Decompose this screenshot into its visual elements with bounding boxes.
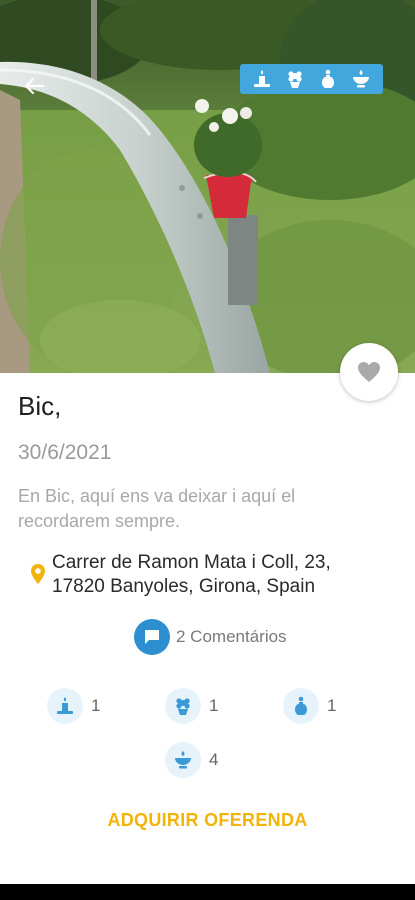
bowl-icon[interactable] <box>350 68 372 90</box>
offering-count: 1 <box>209 696 219 715</box>
candle-icon[interactable] <box>251 68 273 90</box>
memorial-date: 30/6/2021 <box>18 441 112 464</box>
comments-link[interactable]: 2 Comentários <box>134 619 287 655</box>
memorial-address: Carrer de Ramon Mata i Coll, 23, 17820 B… <box>52 552 331 597</box>
arrow-left-icon <box>24 77 45 95</box>
system-nav-bar <box>0 884 415 900</box>
candle-icon <box>47 688 83 724</box>
memorial-photo <box>0 0 415 373</box>
flower-icon[interactable] <box>284 68 306 90</box>
bowl-icon <box>165 742 201 778</box>
offering-count-flower: 1 <box>165 688 218 724</box>
address-row[interactable]: Carrer de Ramon Mata i Coll, 23, 17820 B… <box>30 551 382 599</box>
flower-icon <box>165 688 201 724</box>
offering-count: 1 <box>91 696 101 715</box>
memorial-name: Bic, <box>18 391 62 421</box>
offering-count-candle: 1 <box>47 688 100 724</box>
offerings-toolbar <box>240 64 383 94</box>
memorial-description: En Bic, aquí ens va deixar i aquí el rec… <box>18 486 296 531</box>
offering-count-bowl: 4 <box>165 742 218 778</box>
vase-icon[interactable] <box>317 68 339 90</box>
location-pin-icon <box>31 564 45 584</box>
offering-count: 4 <box>209 750 219 769</box>
favorite-button[interactable] <box>340 343 398 401</box>
offering-count: 1 <box>327 696 337 715</box>
comments-label: 2 Comentários <box>176 627 287 646</box>
buy-offering-button[interactable]: ADQUIRIR OFERENDA <box>0 810 415 831</box>
comment-icon <box>134 619 170 655</box>
vase-icon <box>283 688 319 724</box>
back-button[interactable] <box>18 70 50 102</box>
heart-icon <box>358 362 380 382</box>
offering-count-vase: 1 <box>283 688 336 724</box>
